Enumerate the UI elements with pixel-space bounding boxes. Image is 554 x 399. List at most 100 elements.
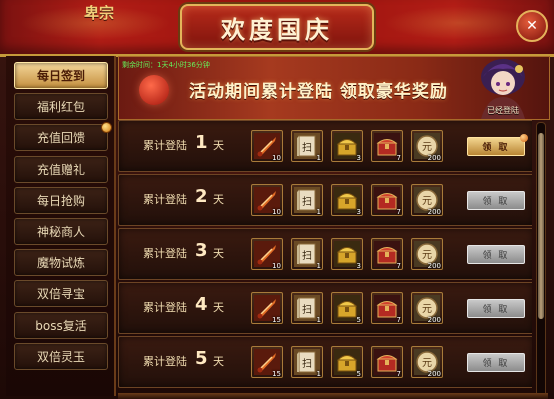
sidebar-item[interactable]: 每日签到: [14, 62, 108, 89]
reward-count: 10: [272, 154, 281, 162]
reward-count: 7: [396, 370, 401, 378]
sidebar-item[interactable]: boss复活: [14, 311, 108, 339]
sword-icon[interactable]: 10: [251, 238, 283, 270]
reward-count: 1: [316, 262, 321, 270]
sidebar-item[interactable]: 魔物试炼: [14, 249, 108, 277]
window-title: 欢度国庆: [221, 14, 333, 44]
corner-tag: 卑宗: [84, 4, 115, 22]
svg-text:扫: 扫: [302, 357, 312, 370]
coin-icon[interactable]: 元 200: [411, 346, 443, 378]
row-day-number: 1: [195, 132, 208, 153]
sidebar-item[interactable]: 神秘商人: [14, 218, 108, 245]
reward-row: 累计登陆 1 天 10 扫 1 3 7 元 200 领 取: [118, 120, 532, 172]
title-bar: 卑宗 欢度国庆 ✕: [0, 0, 554, 57]
row-label: 累计登陆: [143, 301, 187, 314]
claim-button[interactable]: 领 取: [467, 134, 528, 156]
scroll-icon[interactable]: 扫1: [291, 184, 323, 216]
reward-count: 15: [272, 316, 281, 324]
red-chest-icon[interactable]: 7: [371, 238, 403, 270]
sword-icon[interactable]: 10: [251, 184, 283, 216]
notification-dot: [101, 122, 112, 134]
scroll-icon[interactable]: 扫1: [291, 346, 323, 378]
claim-button[interactable]: 领 取: [467, 299, 525, 318]
coin-icon[interactable]: 元 200: [411, 238, 443, 270]
reward-count: 200: [427, 208, 441, 216]
claim-button-label: 领 取: [482, 197, 510, 207]
reward-count: 7: [396, 262, 401, 270]
gold-chest-icon[interactable]: 5: [331, 346, 363, 378]
scrollbar[interactable]: [536, 122, 546, 398]
sword-icon[interactable]: 15: [251, 346, 283, 378]
reward-count: 10: [272, 208, 281, 216]
sidebar-item-label: 双倍灵玉: [36, 349, 85, 364]
gold-chest-icon[interactable]: 3: [331, 184, 363, 216]
sidebar-item[interactable]: 充值回馈: [14, 122, 112, 152]
row-label: 累计登陆: [143, 355, 187, 368]
gold-chest-icon[interactable]: 5: [331, 292, 363, 324]
coin-icon[interactable]: 元 200: [411, 130, 443, 162]
reward-count: 10: [272, 262, 281, 270]
sidebar-item-label: 魔物试炼: [36, 256, 85, 271]
scroll-thumb[interactable]: [538, 133, 544, 319]
sidebar-item[interactable]: 双倍灵玉: [14, 342, 108, 370]
row-day-unit: 天: [213, 355, 224, 368]
gold-chest-icon[interactable]: 3: [331, 238, 363, 270]
red-chest-icon[interactable]: 7: [371, 292, 403, 324]
red-chest-icon[interactable]: 7: [371, 184, 403, 216]
svg-text:元: 元: [422, 358, 432, 369]
svg-text:元: 元: [422, 304, 432, 315]
row-day-number: 3: [195, 240, 208, 261]
claim-button-label: 领 取: [482, 251, 510, 261]
coin-icon[interactable]: 元 200: [411, 292, 443, 324]
sword-icon[interactable]: 10: [251, 130, 283, 162]
sidebar-item-label: 充值赠礼: [36, 162, 85, 177]
claim-button-label: 领 取: [482, 359, 510, 369]
claim-button[interactable]: 领 取: [467, 191, 525, 210]
bottom-border: [118, 393, 548, 399]
reward-count: 5: [356, 370, 361, 378]
claim-button[interactable]: 领 取: [467, 353, 525, 372]
scroll-icon[interactable]: 扫1: [291, 292, 323, 324]
row-label: 累计登陆: [143, 139, 187, 152]
reward-count: 3: [356, 262, 361, 270]
sidebar: 每日签到福利红包充值回馈充值赠礼每日抢购神秘商人魔物试炼双倍寻宝 boss复活 双倍…: [6, 56, 116, 396]
gold-chest-icon[interactable]: 3: [331, 130, 363, 162]
reward-count: 1: [316, 208, 321, 216]
claim-button-label: 领 取: [482, 143, 510, 153]
row-day-unit: 天: [213, 301, 224, 314]
sidebar-item-label: 福利红包: [36, 100, 85, 115]
scroll-icon[interactable]: 扫1: [291, 130, 323, 162]
reward-count: 200: [427, 370, 441, 378]
row-day-number: 5: [195, 348, 208, 369]
row-day-unit: 天: [213, 139, 224, 152]
reward-count: 1: [316, 154, 321, 162]
svg-text:元: 元: [422, 196, 432, 207]
reward-count: 3: [356, 208, 361, 216]
sidebar-item-label: 每日抢购: [36, 193, 85, 208]
svg-text:扫: 扫: [302, 195, 312, 208]
sword-icon[interactable]: 15: [251, 292, 283, 324]
close-button[interactable]: ✕: [516, 10, 548, 42]
banner-title: 活动期间累计登陆 领取豪华奖励: [189, 82, 448, 102]
reward-list: 累计登陆 1 天 10 扫 1 3 7 元 200 领 取累计登陆 2 天 10 扫 1 3 7 元 200 领 取累计…: [118, 120, 532, 396]
claim-button[interactable]: 领 取: [467, 245, 525, 264]
reward-count: 200: [427, 154, 441, 162]
sidebar-item-label: 每日签到: [36, 69, 85, 83]
countdown-text: 剩余时间：1天4小时36分钟: [122, 61, 210, 69]
reward-count: 1: [316, 316, 321, 324]
red-chest-icon[interactable]: 7: [371, 346, 403, 378]
sidebar-item[interactable]: 双倍寻宝: [14, 280, 108, 308]
sidebar-item[interactable]: 福利红包: [14, 93, 108, 121]
red-chest-icon[interactable]: 7: [371, 130, 403, 162]
reward-count: 200: [427, 316, 441, 324]
sidebar-item[interactable]: 每日抢购: [14, 186, 108, 214]
svg-text:扫: 扫: [302, 141, 312, 154]
coin-icon[interactable]: 元 200: [411, 184, 443, 216]
claim-button-label: 领 取: [482, 305, 510, 315]
reward-count: 200: [427, 262, 441, 270]
sidebar-item-label: 双倍寻宝: [36, 287, 85, 302]
red-envelope-icon: [139, 75, 169, 105]
sidebar-item[interactable]: 充值赠礼: [14, 155, 108, 183]
scroll-icon[interactable]: 扫1: [291, 238, 323, 270]
sidebar-item-label: boss复活: [35, 318, 87, 333]
